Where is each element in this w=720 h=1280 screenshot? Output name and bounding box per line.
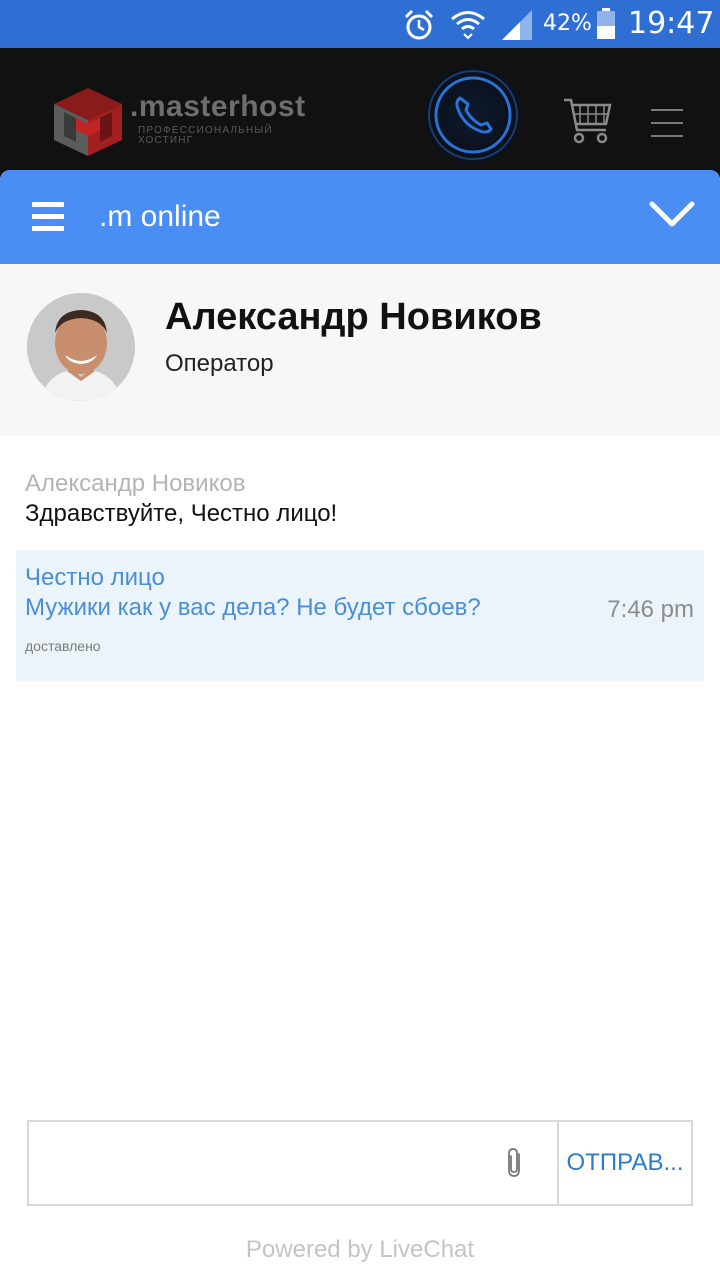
avatar xyxy=(27,293,135,401)
powered-by-link[interactable]: Powered by LiveChat xyxy=(0,1236,720,1264)
cart-button[interactable] xyxy=(562,96,612,144)
cart-icon xyxy=(564,98,612,144)
logo-name: .masterhost xyxy=(130,90,306,123)
chevron-down-icon[interactable] xyxy=(648,198,696,232)
agent-photo xyxy=(27,293,135,401)
message-author: Честно лицо xyxy=(25,564,165,591)
logo-tagline-line-2: ХОСТИНГ xyxy=(138,135,194,146)
message-status: доставлено xyxy=(25,638,101,654)
wifi-icon xyxy=(451,11,485,40)
site-header: .masterhost ПРОФЕССИОНАЛЬНЫЙ ХОСТИНГ xyxy=(0,48,720,178)
alarm-icon xyxy=(404,9,434,40)
message-text: Мужики как у вас дела? Не будет сбоев? xyxy=(25,594,481,621)
status-bar: 42% 19:47 xyxy=(0,0,720,48)
agent-card: Александр Новиков Оператор xyxy=(0,264,720,436)
site-menu-button[interactable] xyxy=(650,108,684,138)
chat-header: .m online xyxy=(0,170,720,264)
message-composer: ОТПРАВ... xyxy=(27,1120,693,1206)
masterhost-logo[interactable]: .masterhost ПРОФЕССИОНАЛЬНЫЙ ХОСТИНГ xyxy=(52,86,312,158)
chat-window: .m online Александр Новиков Оператор Але… xyxy=(0,170,720,1280)
hamburger-icon[interactable] xyxy=(32,202,64,232)
signal-icon xyxy=(502,10,532,40)
logo-tagline: ПРОФЕССИОНАЛЬНЫЙ ХОСТИНГ xyxy=(138,126,308,146)
logo-cube-icon xyxy=(54,88,122,156)
agent-role: Оператор xyxy=(165,350,274,377)
battery-percent: 42% xyxy=(543,11,592,36)
message-input[interactable] xyxy=(29,1122,557,1204)
message-time: 7:46 pm xyxy=(607,596,694,623)
phone-icon xyxy=(428,70,518,160)
message-author: Александр Новиков xyxy=(25,470,246,497)
message-text: Здравствуйте, Честно лицо! xyxy=(25,500,338,527)
send-button[interactable]: ОТПРАВ... xyxy=(557,1122,691,1204)
battery-icon xyxy=(597,8,615,39)
message-visitor: Честно лицо Мужики как у вас дела? Не бу… xyxy=(16,550,704,681)
clock: 19:47 xyxy=(628,6,715,41)
menu-icon xyxy=(651,109,683,137)
agent-name: Александр Новиков xyxy=(165,296,542,338)
chat-title: .m online xyxy=(99,200,221,233)
call-button[interactable] xyxy=(424,66,522,164)
paperclip-icon[interactable] xyxy=(503,1146,527,1180)
